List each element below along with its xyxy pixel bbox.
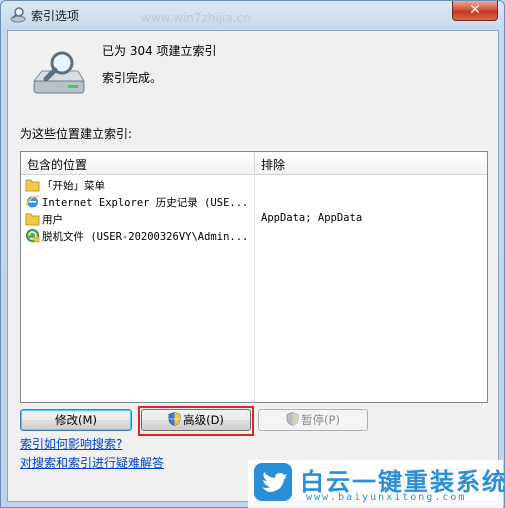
bird-logo-icon [254,463,292,501]
modify-button[interactable]: 修改(M) [20,409,132,431]
indexed-locations-list[interactable]: 包含的位置 排除 「开始」菜单 Internet Explorer 历史记录 (… [20,151,488,403]
top-watermark: www.win7zhijia.cn [141,11,251,25]
column-header-included-locations[interactable]: 包含的位置 [27,156,87,173]
folder-icon [25,213,40,226]
list-item-location: 用户 [42,214,63,226]
troubleshoot-search-indexing-link[interactable]: 对搜索和索引进行疑难解答 [20,454,164,471]
indexed-locations-label: 为这些位置建立索引: [20,127,133,141]
title-bar: 索引选项 ✕ [1,1,504,29]
indexing-options-icon [10,7,26,23]
window-close-button[interactable]: ✕ [452,1,498,21]
index-status-text: 索引完成。 [102,71,163,85]
list-item[interactable]: Internet Explorer 历史记录 (USE... [21,193,487,210]
brand-watermark: 白云一键重装系统 www.baiyunxitong.com [248,460,505,508]
offline-files-icon [26,229,40,243]
window-title: 索引选项 [31,9,80,23]
list-item-location: 脱机文件 (USER-20200326VY\Admin... [42,231,249,243]
modify-button-label: 修改(M) [55,413,97,427]
uac-shield-icon [286,412,299,426]
dialog-content: 已为 304 项建立索引 索引完成。 为这些位置建立索引: 包含的位置 排除 「… [7,30,499,502]
indexing-options-window: 索引选项 ✕ www.win7zhijia.cn 已为 304 项建立索引 索引… [0,0,505,508]
advanced-button-highlight-box [138,406,254,436]
list-item[interactable]: 脱机文件 (USER-20200326VY\Admin... [21,227,487,244]
internet-explorer-icon [25,195,40,208]
indexed-count-text: 已为 304 项建立索引 [102,44,217,58]
list-item-location: 「开始」菜单 [42,180,105,192]
list-item[interactable]: 用户 AppData; AppData [21,210,487,227]
indexed-drive-icon [32,51,85,94]
pause-button-label: 暂停(P) [301,413,340,427]
list-header: 包含的位置 排除 [21,152,487,175]
list-item-location: Internet Explorer 历史记录 (USE... [42,197,249,209]
column-divider[interactable] [254,152,255,174]
column-header-exclude[interactable]: 排除 [261,156,285,173]
brand-url: www.baiyunxitong.com [306,492,467,503]
how-index-affects-search-link[interactable]: 索引如何影响搜索? [20,435,122,452]
pause-button[interactable]: 暂停(P) [258,409,368,431]
list-item-exclude: AppData; AppData [261,212,363,224]
folder-icon [25,179,40,192]
list-item[interactable]: 「开始」菜单 [21,176,487,193]
